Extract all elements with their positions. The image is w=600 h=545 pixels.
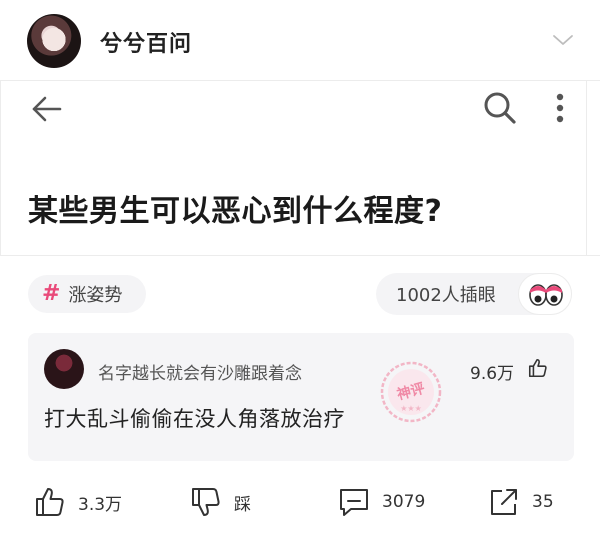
reaction-label: 1002人插眼 [396, 285, 496, 306]
title-divider [0, 255, 600, 256]
question-title: 某些男生可以恶心到什么程度? [28, 194, 443, 229]
svg-text:★★★: ★★★ [400, 404, 422, 413]
comment-count: 3079 [382, 492, 426, 512]
share-icon [491, 489, 517, 515]
back-arrow-icon[interactable] [30, 92, 64, 126]
topic-label: 涨姿势 [68, 285, 123, 306]
topic-tag[interactable]: # 涨姿势 [28, 275, 146, 313]
commenter-avatar[interactable] [44, 349, 84, 389]
thumbs-up-icon [36, 488, 64, 516]
comment-icon [340, 489, 368, 516]
top-comment-stamp-icon: 神评 ★★★ [380, 361, 442, 423]
card-border [0, 80, 1, 255]
comment-button[interactable]: 3079 [338, 480, 425, 524]
comment-like-count: 9.6万 [470, 364, 515, 384]
dislike-label: 踩 [234, 494, 251, 515]
comment-text: 打大乱斗偷偷在没人角落放治疗 [44, 407, 345, 431]
card-border [586, 80, 587, 255]
like-count: 3.3万 [78, 494, 123, 515]
hash-icon: # [42, 281, 61, 306]
account-avatar[interactable] [27, 14, 81, 68]
more-options-icon[interactable] [546, 92, 574, 126]
thumbs-up-icon[interactable] [527, 357, 549, 379]
account-header: 兮兮百问 [0, 0, 600, 80]
chevron-down-icon[interactable] [551, 28, 575, 52]
dislike-button[interactable]: 踩 [190, 480, 251, 524]
account-name[interactable]: 兮兮百问 [100, 26, 192, 58]
like-button[interactable]: 3.3万 [34, 480, 122, 524]
search-icon[interactable] [482, 90, 518, 126]
header-divider [0, 80, 600, 81]
thumbs-down-icon [192, 488, 220, 516]
share-button[interactable]: 35 [488, 480, 554, 524]
eyes-badge[interactable] [518, 273, 572, 315]
eyes-icon [529, 284, 563, 306]
share-count: 35 [532, 492, 554, 512]
comment-author[interactable]: 名字越长就会有沙雕跟着念 [98, 359, 302, 384]
top-comment-card[interactable]: 名字越长就会有沙雕跟着念 神评 ★★★ 9.6万 打大乱斗偷偷在没人角落放治疗 [28, 333, 574, 461]
action-bar: 3.3万 踩 3079 35 [0, 480, 600, 530]
